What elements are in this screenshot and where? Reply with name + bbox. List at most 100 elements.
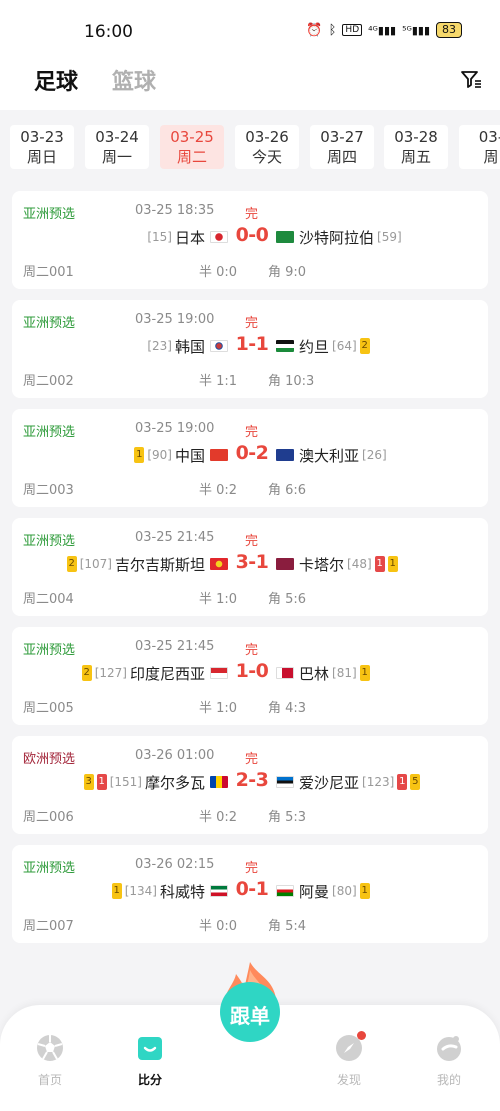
date-tab-3[interactable]: 03-26 今天 xyxy=(235,125,299,169)
home-team: [23] 韩国 xyxy=(147,332,230,360)
date-tab-4[interactable]: 03-27 周四 xyxy=(310,125,374,169)
tab-football[interactable]: 足球 xyxy=(34,64,78,96)
match-score: 0-0 xyxy=(235,224,269,246)
away-rank: [26] xyxy=(362,448,387,462)
match-score: 2-3 xyxy=(235,769,269,791)
match-score: 0-1 xyxy=(235,878,269,900)
match-teams-row: 1 [134] 科威特 0-1 阿曼 [80] 1 xyxy=(12,877,488,905)
corner-count: 角 10:3 xyxy=(268,374,315,389)
match-teams-row: 2 [107] 吉尔吉斯斯坦 3-1 卡塔尔 [48] 1 1 xyxy=(12,550,488,578)
match-code: 周二001 xyxy=(23,265,74,280)
nav-home[interactable]: 首页 xyxy=(15,1033,85,1088)
away-team: 沙特阿拉伯 [59] xyxy=(274,223,402,251)
away-rank: [48] xyxy=(347,557,372,571)
match-card[interactable]: 亚洲预选 03-25 21:45 完 2 [107] 吉尔吉斯斯坦 3-1 卡塔尔 [48] 1 1… xyxy=(12,518,488,616)
date-tab-weekday: 今天 xyxy=(251,148,282,166)
away-team-name: 巴林 xyxy=(299,664,330,683)
follow-button[interactable]: 跟单 xyxy=(214,960,286,1050)
home-rank: [107] xyxy=(79,557,112,571)
away-team-name: 沙特阿拉伯 xyxy=(299,228,375,247)
home-flag-icon xyxy=(210,776,228,788)
home-flag-icon xyxy=(210,340,228,352)
match-time: 03-25 21:45 xyxy=(135,639,215,654)
date-tab-date: 03-23 xyxy=(20,128,64,146)
half-time-score: 半 0:0 xyxy=(199,919,238,934)
away-team-name: 澳大利亚 xyxy=(299,446,360,465)
half-time-score: 半 0:0 xyxy=(199,265,238,280)
filter-icon[interactable] xyxy=(460,68,482,90)
date-tab-0[interactable]: 03-23 周日 xyxy=(10,125,74,169)
away-rank: [59] xyxy=(377,230,402,244)
score-bag-icon xyxy=(138,1037,162,1060)
away-flag-icon xyxy=(276,885,294,897)
home-team-name: 中国 xyxy=(174,446,205,465)
match-time: 03-25 19:00 xyxy=(135,312,215,327)
home-rank: [151] xyxy=(109,775,142,789)
league-label: 亚洲预选 xyxy=(23,425,76,440)
yellow-card-count: 5 xyxy=(410,774,421,790)
nav-home-label: 首页 xyxy=(37,1073,62,1087)
home-team: 2 [127] 印度尼西亚 xyxy=(81,659,230,687)
match-card[interactable]: 亚洲预选 03-25 19:00 完 1 [90] 中国 0-2 澳大利亚 [26] 周二003 半… xyxy=(12,409,488,507)
match-teams-row: 3 1 [151] 摩尔多瓦 2-3 爱沙尼亚 [123] 1 5 xyxy=(12,768,488,796)
date-tab-date: 03-28 xyxy=(394,128,438,146)
match-card[interactable]: 欧洲预选 03-26 01:00 完 3 1 [151] 摩尔多瓦 2-3 爱沙尼亚 [123] 1… xyxy=(12,736,488,834)
match-time: 03-25 18:35 xyxy=(135,203,215,218)
match-time: 03-25 19:00 xyxy=(135,421,215,436)
date-tab-2[interactable]: 03-25 周二 xyxy=(160,125,224,169)
date-tab-date: 03-24 xyxy=(95,128,139,146)
match-card[interactable]: 亚洲预选 03-26 02:15 完 1 [134] 科威特 0-1 阿曼 [80] 1 周二007… xyxy=(12,845,488,943)
match-status: 完 xyxy=(245,643,259,658)
home-team-name: 日本 xyxy=(174,228,205,247)
match-code: 周二002 xyxy=(23,374,74,389)
away-team: 阿曼 [80] 1 xyxy=(274,877,370,905)
date-tab-1[interactable]: 03-24 周一 xyxy=(85,125,149,169)
away-team: 卡塔尔 [48] 1 1 xyxy=(274,550,398,578)
status-time: 16:00 xyxy=(84,22,133,42)
date-tab-weekday: 周五 xyxy=(400,148,431,166)
match-score: 0-2 xyxy=(235,442,269,464)
away-rank: [64] xyxy=(332,339,357,353)
match-status: 完 xyxy=(245,861,259,876)
match-card[interactable]: 亚洲预选 03-25 19:00 完 [23] 韩国 1-1 约旦 [64] 2 周二002 半 1… xyxy=(12,300,488,398)
yellow-card-count: 1 xyxy=(359,665,370,681)
date-tab-6[interactable]: 03- 周 xyxy=(459,125,500,169)
half-time-score: 半 1:0 xyxy=(199,592,238,607)
away-flag-icon xyxy=(276,340,294,352)
away-flag-icon xyxy=(276,558,294,570)
date-tab-5[interactable]: 03-28 周五 xyxy=(384,125,448,169)
home-team-name: 吉尔吉斯斯坦 xyxy=(114,555,205,574)
date-strip: 03-23 周日 03-24 周一 03-25 周二 03-26 今天 03-27 周四 03-28… xyxy=(0,118,500,178)
tab-basketball[interactable]: 篮球 xyxy=(112,64,156,96)
follow-label: 跟单 xyxy=(230,1004,270,1028)
half-time-score: 半 1:0 xyxy=(199,701,238,716)
half-time-score: 半 0:2 xyxy=(199,483,238,498)
home-team-name: 韩国 xyxy=(174,337,205,356)
corner-count: 角 4:3 xyxy=(268,701,307,716)
away-flag-icon xyxy=(276,776,294,788)
signal-5g-icon: ⁵ᴳ▮▮▮ xyxy=(402,23,430,37)
match-status: 完 xyxy=(245,316,259,331)
match-teams-row: [23] 韩国 1-1 约旦 [64] 2 xyxy=(12,332,488,360)
yellow-card-count: 2 xyxy=(66,556,77,572)
league-label: 亚洲预选 xyxy=(23,643,76,658)
nav-score[interactable]: 比分 xyxy=(115,1033,185,1088)
nav-discover[interactable]: 发现 xyxy=(314,1031,384,1088)
match-card[interactable]: 亚洲预选 03-25 18:35 完 [15] 日本 0-0 沙特阿拉伯 [59] 周二001 半… xyxy=(12,191,488,289)
match-card[interactable]: 亚洲预选 03-25 21:45 完 2 [127] 印度尼西亚 1-0 巴林 [81] 1 周二0… xyxy=(12,627,488,725)
yellow-card-count: 3 xyxy=(83,774,94,790)
battery-icon: 83 xyxy=(436,22,462,38)
signal-4g-icon: ⁴ᴳ▮▮▮ xyxy=(368,23,397,37)
red-card-count: 1 xyxy=(374,556,385,572)
away-flag-icon xyxy=(276,449,294,461)
league-label: 亚洲预选 xyxy=(23,861,76,876)
away-flag-icon xyxy=(276,231,294,243)
home-flag-icon xyxy=(210,449,228,461)
nav-mine-label: 我的 xyxy=(436,1073,461,1087)
nav-mine[interactable]: 我的 xyxy=(414,1033,484,1088)
half-time-score: 半 0:2 xyxy=(199,810,238,825)
home-team: 1 [90] 中国 xyxy=(134,441,230,469)
corner-count: 角 5:3 xyxy=(268,810,307,825)
soccer-ball-icon xyxy=(37,1035,63,1061)
alarm-icon: ⏰ xyxy=(306,22,323,38)
